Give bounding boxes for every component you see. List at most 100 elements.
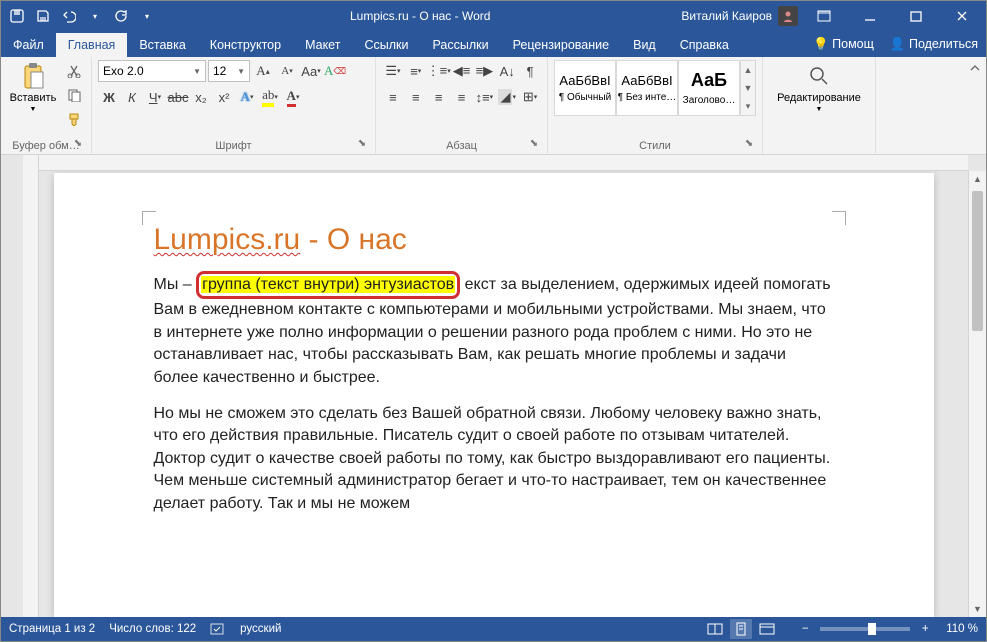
scroll-up-icon[interactable]: ▲ [969, 171, 986, 187]
document-paragraph-1[interactable]: Мы – группа (текст внутри) энтузиастов е… [154, 271, 834, 389]
align-left-icon[interactable]: ≡ [382, 86, 404, 108]
sort-icon[interactable]: A↓ [496, 60, 518, 82]
zoom-level[interactable]: 110 % [946, 623, 978, 635]
status-language[interactable]: русский [240, 623, 281, 635]
format-painter-icon[interactable] [63, 108, 85, 130]
redo-icon[interactable]: ▾ [83, 4, 107, 28]
collapse-ribbon-icon[interactable] [964, 57, 986, 154]
read-mode-icon[interactable] [704, 619, 726, 639]
numbering-icon[interactable]: ≡▾ [405, 60, 427, 82]
document-page[interactable]: Lumpics.ru - О нас Мы – группа (текст вн… [54, 173, 934, 617]
zoom-thumb[interactable] [868, 623, 876, 635]
clipboard-label: Буфер обм… [12, 140, 79, 152]
font-dialog-icon[interactable]: ⬊ [355, 138, 369, 152]
style-heading1[interactable]: АаБЗаголово… [678, 60, 740, 116]
subscript-button[interactable]: x₂ [190, 86, 212, 108]
editing-button[interactable]: Редактирование ▼ [769, 60, 869, 113]
zoom-slider[interactable] [820, 627, 910, 631]
close-icon[interactable] [942, 1, 982, 31]
tab-help[interactable]: Справка [668, 33, 741, 57]
copy-icon[interactable] [63, 84, 85, 106]
tab-insert[interactable]: Вставка [127, 33, 197, 57]
zoom-in-icon[interactable]: + [914, 619, 936, 639]
justify-icon[interactable]: ≡ [451, 86, 473, 108]
shading-icon[interactable]: ◢▾ [496, 86, 518, 108]
style-normal[interactable]: АаБбВвІ¶ Обычный [554, 60, 616, 116]
status-words[interactable]: Число слов: 122 [109, 623, 196, 635]
font-size-combo[interactable]: 12▼ [208, 60, 250, 82]
maximize-icon[interactable] [896, 1, 936, 31]
bold-button[interactable]: Ж [98, 86, 120, 108]
font-color-icon[interactable]: A▾ [282, 86, 304, 108]
status-proofing-icon[interactable] [210, 622, 226, 636]
share-button[interactable]: 👤 Поделиться [882, 32, 986, 57]
style-nospacing[interactable]: АаБбВвІ¶ Без инте… [616, 60, 678, 116]
print-layout-icon[interactable] [730, 619, 752, 639]
document-paragraph-2[interactable]: Но мы не сможем это сделать без Вашей об… [154, 403, 834, 515]
line-spacing-icon[interactable]: ↕≡▾ [473, 86, 495, 108]
minimize-icon[interactable] [850, 1, 890, 31]
document-heading[interactable]: Lumpics.ru - О нас [154, 223, 834, 257]
tab-design[interactable]: Конструктор [198, 33, 293, 57]
window-title: Lumpics.ru - О нас - Word [159, 9, 681, 23]
superscript-button[interactable]: x² [213, 86, 235, 108]
clipboard-dialog-icon[interactable]: ⬊ [71, 138, 85, 152]
clear-format-icon[interactable]: A⌫ [324, 60, 346, 82]
tab-references[interactable]: Ссылки [352, 33, 420, 57]
change-case-icon[interactable]: Aa▾ [300, 60, 322, 82]
scroll-down-icon[interactable]: ▼ [969, 601, 986, 617]
tab-home[interactable]: Главная [56, 33, 128, 57]
zoom-out-icon[interactable]: − [794, 619, 816, 639]
indent-inc-icon[interactable]: ≡▶ [473, 60, 495, 82]
tab-file[interactable]: Файл [1, 33, 56, 57]
underline-button[interactable]: Ч▾ [144, 86, 166, 108]
align-right-icon[interactable]: ≡ [428, 86, 450, 108]
style-sample-1: АаБбВвІ [621, 73, 672, 88]
font-name-combo[interactable]: Exo 2.0▼ [98, 60, 206, 82]
user-name[interactable]: Виталий Каиров [681, 9, 772, 23]
group-styles: АаБбВвІ¶ Обычный АаБбВвІ¶ Без инте… АаБЗ… [548, 57, 763, 154]
styles-down-icon[interactable]: ▼ [741, 79, 755, 97]
styles-dialog-icon[interactable]: ⬊ [742, 138, 756, 152]
tab-mailings[interactable]: Рассылки [420, 33, 500, 57]
grow-font-icon[interactable]: A▴ [252, 60, 274, 82]
borders-icon[interactable]: ⊞▾ [519, 86, 541, 108]
paste-label: Вставить [10, 92, 57, 104]
strike-button[interactable]: abc [167, 86, 189, 108]
qat-more-icon[interactable]: ▾ [135, 4, 159, 28]
bullets-icon[interactable]: ☰▾ [382, 60, 404, 82]
refresh-icon[interactable] [109, 4, 133, 28]
paste-button[interactable]: Вставить ▼ [7, 60, 59, 113]
ribbon-display-icon[interactable] [804, 1, 844, 31]
undo-icon[interactable] [57, 4, 81, 28]
horizontal-ruler[interactable] [39, 155, 968, 171]
indent-dec-icon[interactable]: ◀≡ [451, 60, 473, 82]
find-icon [805, 62, 833, 90]
highlight-icon[interactable]: ab▾ [259, 86, 281, 108]
annotation-highlight-box: группа (текст внутри) энтузиастов [196, 271, 460, 299]
text-effects-icon[interactable]: A▾ [236, 86, 258, 108]
autosave-icon[interactable] [5, 4, 29, 28]
cut-icon[interactable] [63, 60, 85, 82]
multilevel-icon[interactable]: ⋮≡▾ [428, 60, 450, 82]
styles-up-icon[interactable]: ▲ [741, 61, 755, 79]
style-sample-2: АаБ [691, 70, 727, 91]
web-layout-icon[interactable] [756, 619, 778, 639]
p1-pre: Мы – [154, 276, 197, 293]
tab-review[interactable]: Рецензирование [501, 33, 622, 57]
shrink-font-icon[interactable]: A▾ [276, 60, 298, 82]
align-center-icon[interactable]: ≡ [405, 86, 427, 108]
vertical-ruler[interactable] [23, 155, 39, 617]
show-marks-icon[interactable]: ¶ [519, 60, 541, 82]
paragraph-dialog-icon[interactable]: ⬊ [527, 138, 541, 152]
italic-button[interactable]: К [121, 86, 143, 108]
scroll-thumb[interactable] [972, 191, 983, 331]
status-page[interactable]: Страница 1 из 2 [9, 623, 95, 635]
tab-view[interactable]: Вид [621, 33, 668, 57]
save-icon[interactable] [31, 4, 55, 28]
vertical-scrollbar[interactable]: ▲ ▼ [968, 171, 986, 617]
user-avatar-icon[interactable] [778, 6, 798, 26]
tellme-icon[interactable]: 💡 Помощ [805, 32, 882, 57]
styles-more-icon[interactable]: ▾ [741, 97, 755, 115]
tab-layout[interactable]: Макет [293, 33, 352, 57]
